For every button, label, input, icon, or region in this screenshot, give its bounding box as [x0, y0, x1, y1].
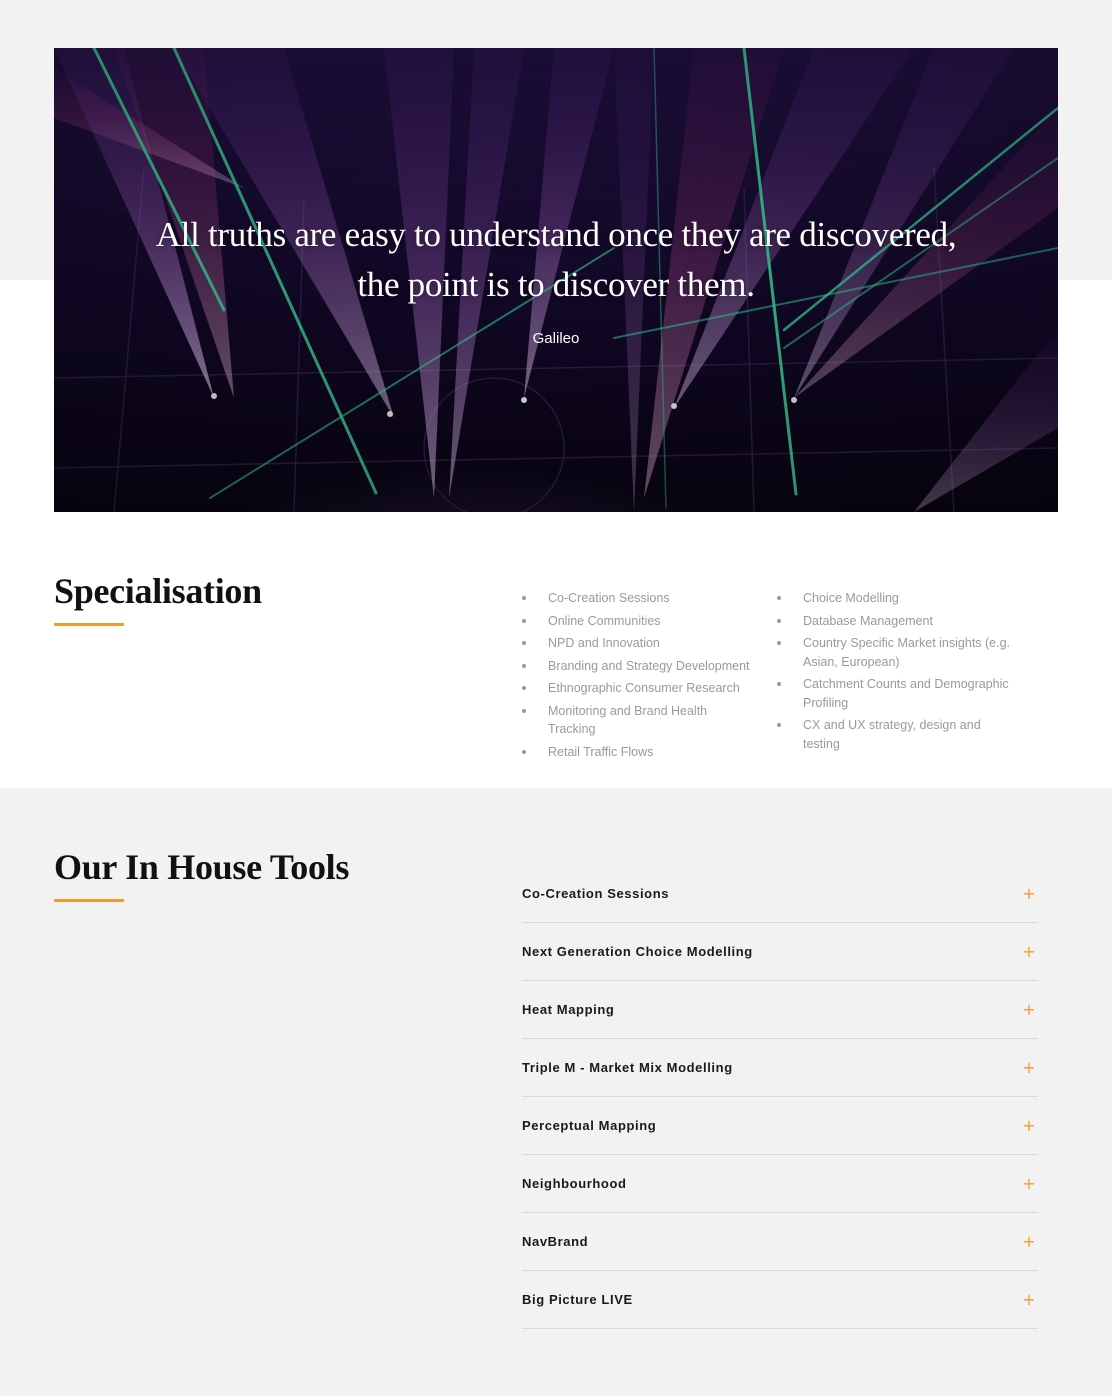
- plus-icon[interactable]: +: [1021, 884, 1037, 903]
- accordion-item[interactable]: Next Generation Choice Modelling +: [522, 923, 1038, 981]
- specialisation-title: Specialisation: [54, 571, 262, 611]
- accordion-item[interactable]: NavBrand +: [522, 1213, 1038, 1271]
- list-item: Catchment Counts and Demographic Profili…: [776, 675, 1020, 712]
- accordion-item-label: Co-Creation Sessions: [522, 886, 670, 901]
- accordion-item-label: Perceptual Mapping: [522, 1118, 657, 1133]
- accordion-item-label: Triple M - Market Mix Modelling: [522, 1060, 733, 1075]
- plus-icon[interactable]: +: [1021, 1232, 1037, 1251]
- accordion-item[interactable]: Perceptual Mapping +: [522, 1097, 1038, 1155]
- list-item: Co-Creation Sessions: [521, 589, 766, 608]
- list-item: NPD and Innovation: [521, 634, 766, 653]
- list-item: Ethnographic Consumer Research: [521, 679, 766, 698]
- list-item: Branding and Strategy Development: [521, 657, 766, 676]
- list-item: Retail Traffic Flows: [521, 743, 766, 762]
- plus-icon[interactable]: +: [1021, 942, 1037, 961]
- plus-icon[interactable]: +: [1021, 1058, 1037, 1077]
- plus-icon[interactable]: +: [1021, 1116, 1037, 1135]
- plus-icon[interactable]: +: [1021, 1000, 1037, 1019]
- list-item: Choice Modelling: [776, 589, 1026, 608]
- tools-accordion: Co-Creation Sessions + Next Generation C…: [522, 865, 1038, 1329]
- specialisation-list-column-1: Co-Creation Sessions Online Communities …: [521, 589, 766, 765]
- accordion-item-label: Heat Mapping: [522, 1002, 615, 1017]
- quote-author: Galileo: [532, 330, 580, 347]
- list-item: CX and UX strategy, design and testing: [776, 716, 991, 753]
- hero-quote-line: All truths are easy to understand once t…: [155, 215, 957, 254]
- accordion-item-label: Next Generation Choice Modelling: [522, 944, 753, 959]
- accordion-item[interactable]: Triple M - Market Mix Modelling +: [522, 1039, 1038, 1097]
- accordion-item[interactable]: Big Picture LIVE +: [522, 1271, 1038, 1329]
- hero-quote-banner: All truths are easy to understand once t…: [54, 48, 1058, 512]
- list-item: Country Specific Market insights (e.g. A…: [776, 634, 1026, 671]
- accordion-item-label: Neighbourhood: [522, 1176, 627, 1191]
- accordion-item[interactable]: Heat Mapping +: [522, 981, 1038, 1039]
- tools-title-underline: [54, 899, 124, 902]
- hero-quote: All truths are easy to understand once t…: [54, 210, 1058, 310]
- specialisation-title-underline: [54, 623, 124, 626]
- accordion-item[interactable]: Co-Creation Sessions +: [522, 865, 1038, 923]
- list-item: Monitoring and Brand Health Tracking: [521, 702, 731, 739]
- list-item: Online Communities: [521, 612, 766, 631]
- plus-icon[interactable]: +: [1021, 1290, 1037, 1309]
- hero-quote-line: the point is to discover them.: [357, 265, 755, 304]
- plus-icon[interactable]: +: [1021, 1174, 1037, 1193]
- accordion-item-label: Big Picture LIVE: [522, 1292, 633, 1307]
- list-item: Database Management: [776, 612, 1026, 631]
- tools-title: Our In House Tools: [54, 847, 350, 887]
- accordion-item-label: NavBrand: [522, 1234, 589, 1249]
- accordion-item[interactable]: Neighbourhood +: [522, 1155, 1038, 1213]
- specialisation-list-column-2: Choice Modelling Database Management Cou…: [776, 589, 1026, 757]
